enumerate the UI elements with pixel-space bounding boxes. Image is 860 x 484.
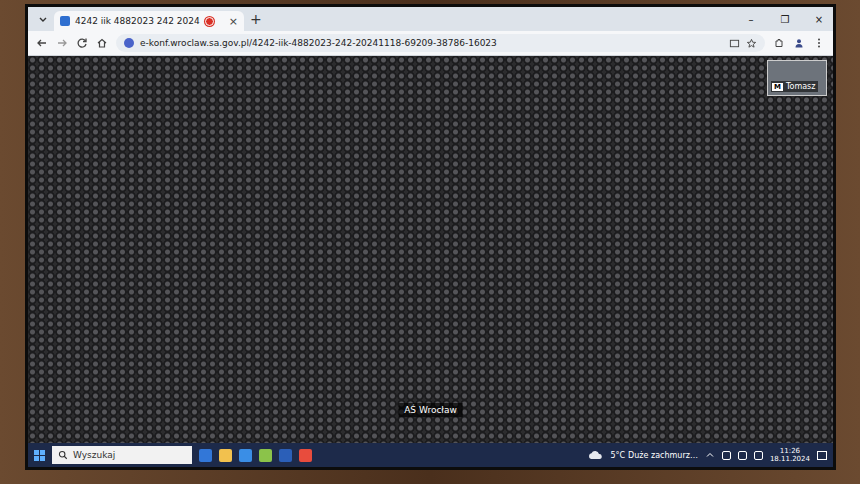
address-toolbar: e-konf.wroclaw.sa.gov.pl/4242-iik-488202… <box>28 31 833 56</box>
weather-icon[interactable] <box>587 450 603 460</box>
forward-icon[interactable] <box>56 37 68 49</box>
clock[interactable]: 11:2618.11.2024 <box>770 447 810 463</box>
browser-tab[interactable]: 4242 iik 4882023 242 2024 × <box>54 11 244 31</box>
tab-close-button[interactable]: × <box>229 15 238 28</box>
new-tab-button[interactable]: + <box>250 11 262 27</box>
site-info-icon[interactable] <box>124 38 134 48</box>
taskbar-app-icon[interactable] <box>299 449 312 462</box>
window-control-button[interactable]: × <box>805 14 833 25</box>
recording-icon <box>205 17 214 26</box>
weather-widget[interactable]: 5°CDuże zachmurz… <box>610 451 698 460</box>
video-feed: MTomasz AŚ Wrocław <box>28 56 833 443</box>
clock-date: 18.11.2024 <box>770 455 810 463</box>
search-icon <box>58 450 68 460</box>
tray-chevron-icon[interactable] <box>705 450 715 460</box>
self-view-thumbnail[interactable]: MTomasz <box>767 60 827 96</box>
window-control-button[interactable]: ❐ <box>771 14 799 25</box>
weather-temperature: 5°C <box>610 451 625 460</box>
extensions-icon[interactable] <box>773 37 785 49</box>
taskbar-app-icon[interactable] <box>279 449 292 462</box>
mic-icon[interactable] <box>722 451 731 460</box>
window-control-button[interactable]: – <box>737 14 765 25</box>
self-view-label: MTomasz <box>771 81 818 92</box>
monitor-frame: 4242 iik 4882023 242 2024 × + –❐ × e-konf.wro… <box>0 0 860 484</box>
taskbar-app-icon[interactable] <box>219 449 232 462</box>
tab-list-icon[interactable] <box>38 14 48 24</box>
taskbar-app-icon[interactable] <box>199 449 212 462</box>
volume-icon[interactable] <box>754 451 763 460</box>
taskbar-app-icon[interactable] <box>259 449 272 462</box>
taskbar: Wyszukaj 5°CDuże zachmurz… 11:2618.11.2024 <box>28 443 833 467</box>
screen: 4242 iik 4882023 242 2024 × + –❐ × e-konf.wro… <box>25 4 836 470</box>
network-icon[interactable] <box>738 451 747 460</box>
back-icon[interactable] <box>36 37 48 49</box>
star-icon[interactable] <box>746 38 757 49</box>
notifications-icon[interactable] <box>817 451 827 460</box>
start-icon[interactable] <box>34 450 45 461</box>
search-placeholder: Wyszukaj <box>73 450 115 460</box>
tab-title: 4242 iik 4882023 242 2024 <box>75 16 200 26</box>
url-text: e-konf.wroclaw.sa.gov.pl/4242-iik-488202… <box>140 38 723 48</box>
cast-icon[interactable] <box>729 38 740 49</box>
participant-name: Tomasz <box>786 82 815 91</box>
tab-strip: 4242 iik 4882023 242 2024 × + –❐ × <box>28 7 833 31</box>
profile-icon[interactable] <box>793 37 805 49</box>
participant-label: AŚ Wrocław <box>398 403 463 417</box>
taskbar-search[interactable]: Wyszukaj <box>52 446 192 464</box>
clock-time: 11:26 <box>780 447 800 455</box>
menu-icon[interactable] <box>813 37 825 49</box>
weather-text: Duże zachmurz… <box>628 451 698 460</box>
site-icon <box>60 16 70 26</box>
url-field[interactable]: e-konf.wroclaw.sa.gov.pl/4242-iik-488202… <box>116 34 765 52</box>
home-icon[interactable] <box>96 37 108 49</box>
participant-badge: M <box>772 83 783 91</box>
taskbar-app-icon[interactable] <box>239 449 252 462</box>
reload-icon[interactable] <box>76 37 88 49</box>
